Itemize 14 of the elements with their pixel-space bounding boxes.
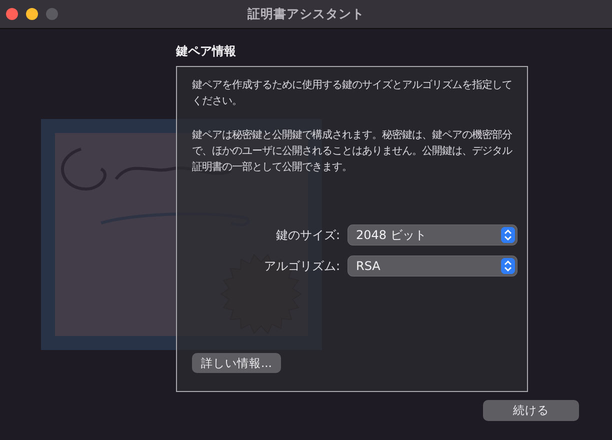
more-info-button[interactable]: 詳しい情報... — [192, 353, 281, 373]
section-title: 鍵ペア情報 — [176, 43, 237, 60]
field-label: アルゴリズム: — [262, 258, 340, 274]
window-close-button[interactable] — [6, 8, 18, 20]
window-minimize-button[interactable] — [26, 8, 38, 20]
popup-menu[interactable]: RSA — [348, 256, 517, 276]
popup-menu[interactable]: 2048 ビット — [348, 225, 517, 245]
description-text: 鍵ペアを作成するために使用する鍵のサイズとアルゴリズムを指定してください。 — [192, 78, 513, 109]
description-text: 鍵ペアは秘密鍵と公開鍵で構成されます。秘密鍵は、鍵ペアの機密部分で、ほかのユーザに公開されることはありません。公開鍵は、デジタル証明書の一部として公開できます。 — [192, 128, 513, 175]
window-title: 証明書アシスタント — [248, 6, 364, 22]
stepper-icon — [501, 227, 515, 243]
field-label: 鍵のサイズ: — [274, 226, 340, 244]
stepper-icon — [501, 258, 515, 274]
continue-button[interactable]: 続ける — [483, 400, 579, 421]
